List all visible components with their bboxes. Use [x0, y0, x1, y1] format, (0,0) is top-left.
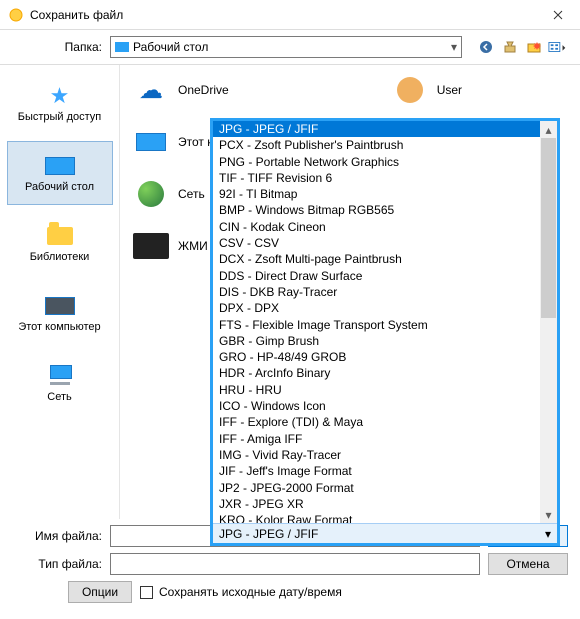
dropdown-selected-row[interactable]: JPG - JPEG / JFIF ▾ [213, 523, 557, 543]
dropdown-option[interactable]: DCX - Zsoft Multi-page Paintbrush [213, 251, 557, 267]
chevron-down-icon: ▾ [451, 40, 457, 54]
dropdown-option[interactable]: GBR - Gimp Brush [213, 333, 557, 349]
sidebar-item-libraries[interactable]: Библиотеки [7, 211, 113, 275]
title-bar: Сохранить файл [0, 0, 580, 30]
dropdown-option[interactable]: CSV - CSV [213, 235, 557, 251]
sidebar-item-thispc[interactable]: Этот компьютер [7, 281, 113, 345]
dropdown-option[interactable]: DDS - Direct Draw Surface [213, 268, 557, 284]
dropdown-option[interactable]: ICO - Windows Icon [213, 398, 557, 414]
computer-icon [130, 125, 172, 159]
dropdown-option[interactable]: HRU - HRU [213, 382, 557, 398]
list-item[interactable]: ☁ OneDrive [130, 73, 229, 107]
sidebar-item-network[interactable]: Сеть [7, 351, 113, 415]
chevron-down-icon: ▾ [545, 527, 551, 541]
folder-combo[interactable]: Рабочий стол ▾ [110, 36, 462, 58]
scroll-thumb[interactable] [541, 138, 556, 318]
dropdown-option[interactable]: IFF - Explore (TDI) & Maya [213, 414, 557, 430]
folder-combo-text: Рабочий стол [133, 40, 447, 54]
preserve-date-checkbox[interactable] [140, 586, 153, 599]
dropdown-option[interactable]: TIF - TIFF Revision 6 [213, 170, 557, 186]
dropdown-option[interactable]: JPG - JPEG / JFIF [213, 121, 557, 137]
sidebar-item-label: Этот компьютер [18, 321, 100, 333]
dropdown-option[interactable]: GRO - HP-48/49 GROB [213, 349, 557, 365]
sidebar-item-quickaccess[interactable]: ★ Быстрый доступ [7, 71, 113, 135]
sidebar-item-label: Рабочий стол [25, 181, 94, 193]
list-item[interactable]: User [389, 73, 463, 107]
item-label: ЖМИ [178, 239, 208, 253]
dropdown-option[interactable]: DPX - DPX [213, 300, 557, 316]
dropdown-option[interactable]: IFF - Amiga IFF [213, 431, 557, 447]
item-label: User [437, 83, 462, 97]
sidebar-item-label: Быстрый доступ [18, 111, 102, 123]
cancel-button[interactable]: Отмена [488, 553, 568, 575]
item-label: OneDrive [178, 83, 229, 97]
app-icon [8, 7, 24, 23]
filetype-combo[interactable] [110, 553, 480, 575]
dropdown-option[interactable]: FTS - Flexible Image Transport System [213, 317, 557, 333]
dropdown-option[interactable]: JXR - JPEG XR [213, 496, 557, 512]
filename-label: Имя файла: [12, 529, 102, 543]
folder-label: Папка: [12, 40, 102, 54]
scroll-down-icon[interactable]: ▾ [540, 506, 557, 523]
up-icon[interactable] [500, 37, 520, 57]
dropdown-option[interactable]: 92I - TI Bitmap [213, 186, 557, 202]
preserve-date-label: Сохранять исходные дату/время [159, 585, 342, 599]
window-title: Сохранить файл [30, 8, 536, 22]
folder-icon [44, 223, 76, 249]
back-icon[interactable] [476, 37, 496, 57]
folder-icon [130, 229, 172, 263]
sidebar-item-label: Библиотеки [30, 251, 90, 263]
computer-icon [44, 293, 76, 319]
folder-toolbar: Папка: Рабочий стол ▾ [0, 30, 580, 64]
filetype-dropdown: JPG - JPEG / JFIFPCX - Zsoft Publisher's… [210, 118, 560, 546]
star-icon: ★ [44, 83, 76, 109]
dropdown-option[interactable]: PNG - Portable Network Graphics [213, 154, 557, 170]
close-button[interactable] [536, 0, 580, 30]
dropdown-selected-text: JPG - JPEG / JFIF [219, 527, 318, 541]
scroll-track[interactable] [540, 318, 557, 506]
dropdown-option[interactable]: JP2 - JPEG-2000 Format [213, 480, 557, 496]
globe-icon [130, 177, 172, 211]
sidebar-item-label: Сеть [47, 391, 71, 403]
cloud-icon: ☁ [130, 73, 172, 107]
dropdown-option[interactable]: IMG - Vivid Ray-Tracer [213, 447, 557, 463]
dropdown-option[interactable]: BMP - Windows Bitmap RGB565 [213, 202, 557, 218]
desktop-icon [115, 42, 129, 52]
item-label: Сеть [178, 187, 205, 201]
places-sidebar: ★ Быстрый доступ Рабочий стол Библиотеки… [0, 65, 120, 519]
desktop-icon [44, 153, 76, 179]
dropdown-option[interactable]: CIN - Kodak Cineon [213, 219, 557, 235]
new-folder-icon[interactable] [524, 37, 544, 57]
item-label: Этот к [178, 135, 212, 149]
dropdown-option[interactable]: PCX - Zsoft Publisher's Paintbrush [213, 137, 557, 153]
dropdown-option[interactable]: JIF - Jeff's Image Format [213, 463, 557, 479]
user-icon [389, 73, 431, 107]
dropdown-option[interactable]: KRO - Kolor Raw Format [213, 512, 557, 523]
scroll-up-icon[interactable]: ▴ [540, 121, 557, 138]
sidebar-item-desktop[interactable]: Рабочий стол [7, 141, 113, 205]
dropdown-option[interactable]: DIS - DKB Ray-Tracer [213, 284, 557, 300]
scrollbar[interactable]: ▴ ▾ [540, 121, 557, 523]
filetype-label: Тип файла: [12, 557, 102, 571]
dropdown-option[interactable]: HDR - ArcInfo Binary [213, 365, 557, 381]
dropdown-list[interactable]: JPG - JPEG / JFIFPCX - Zsoft Publisher's… [213, 121, 557, 523]
network-icon [44, 363, 76, 389]
view-menu-icon[interactable] [548, 37, 568, 57]
options-button[interactable]: Опции [68, 581, 132, 603]
